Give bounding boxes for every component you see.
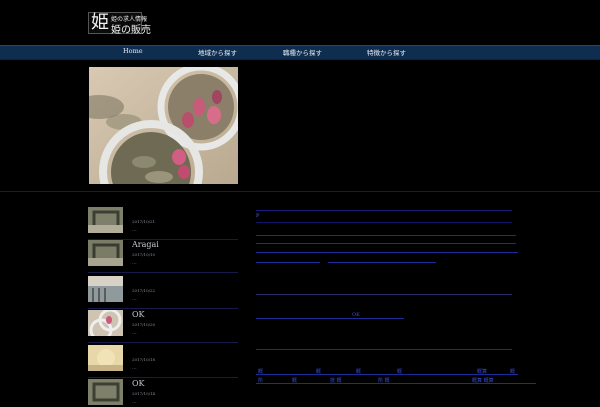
post-item[interactable]: 2017/10/21 ... <box>88 207 238 240</box>
post-title: Aragai <box>132 240 159 249</box>
logo-glyph: 姫 <box>91 12 109 33</box>
content-rule <box>256 374 518 375</box>
post-more: ... <box>132 296 137 302</box>
section-divider <box>0 191 600 192</box>
post-item[interactable]: OK 2017/10/20 ... <box>88 310 238 343</box>
content-rule <box>256 243 516 244</box>
post-divider <box>88 308 238 309</box>
post-more: ... <box>132 260 137 266</box>
main-nav: Home 地域から探す 職種から探す 特徴から探す <box>0 45 600 60</box>
post-thumbnail <box>88 240 123 266</box>
content-rule <box>256 235 516 236</box>
content-rule <box>256 349 512 350</box>
nav-job-type[interactable]: 職種から探す <box>283 47 322 57</box>
post-thumbnail <box>88 379 123 405</box>
content-rule <box>256 222 512 223</box>
content-rule <box>256 294 512 295</box>
content-rule <box>328 262 436 263</box>
post-date: 2017/10/22 <box>132 288 156 293</box>
post-item[interactable]: 2017/10/22 ... <box>88 276 238 309</box>
hero-image <box>89 67 238 184</box>
logo-name: 姫の販売 <box>111 25 151 36</box>
post-item[interactable]: OK 2017/10/14 ... <box>88 379 238 407</box>
post-divider <box>88 377 238 378</box>
content-marker: P <box>256 213 260 219</box>
post-thumbnail <box>88 207 123 233</box>
post-date: 2017/10/10 <box>132 252 156 257</box>
content-rule <box>256 383 536 384</box>
site-logo[interactable]: 姫 姫の求人情報 姫の販売 <box>88 12 151 36</box>
post-more: ... <box>132 365 137 371</box>
post-title: OK <box>132 310 145 319</box>
content-rule <box>256 262 320 263</box>
post-date: 2017/10/18 <box>132 357 156 362</box>
nav-features[interactable]: 特徴から探す <box>367 47 406 57</box>
post-date: 2017/10/21 <box>132 219 156 224</box>
post-item[interactable]: Aragai 2017/10/10 ... <box>88 240 238 273</box>
content-rule <box>256 318 404 319</box>
post-thumbnail <box>88 310 123 336</box>
content-rule <box>256 210 512 211</box>
post-thumbnail <box>88 345 123 371</box>
post-more: ... <box>132 330 137 336</box>
content-rule <box>256 252 518 253</box>
post-date: 2017/10/14 <box>132 391 156 396</box>
post-item[interactable]: 2017/10/18 ... <box>88 345 238 378</box>
post-more: ... <box>132 227 137 233</box>
nav-area[interactable]: 地域から探す <box>198 47 237 57</box>
nav-home[interactable]: Home <box>123 47 143 55</box>
post-date: 2017/10/20 <box>132 322 156 327</box>
post-divider <box>88 342 238 343</box>
post-divider <box>88 272 238 273</box>
post-title: OK <box>132 379 145 388</box>
post-thumbnail <box>88 276 123 302</box>
